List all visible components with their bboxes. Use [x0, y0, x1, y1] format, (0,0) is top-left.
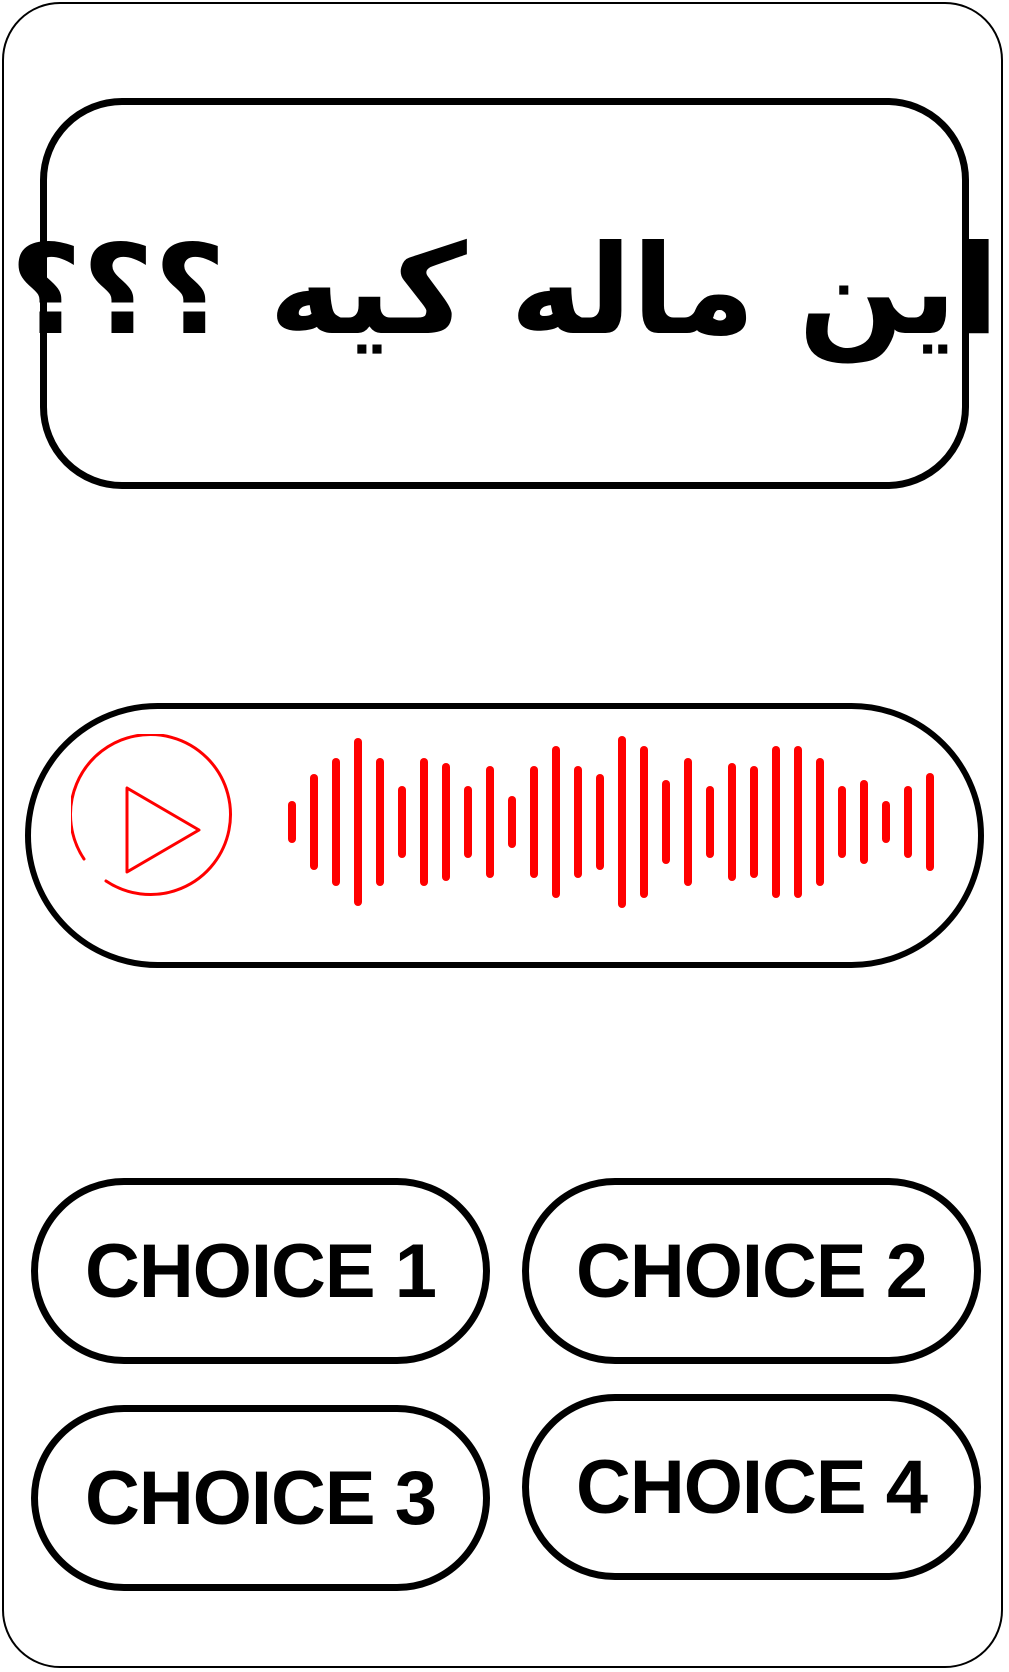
choice-2-button[interactable]: CHOICE 2	[522, 1178, 981, 1364]
choice-3-button[interactable]: CHOICE 3	[31, 1405, 490, 1591]
audio-player[interactable]	[25, 703, 984, 968]
audio-waveform-icon	[288, 736, 934, 908]
choice-4-button[interactable]: CHOICE 4	[522, 1394, 981, 1580]
choice-3-label: CHOICE 3	[85, 1455, 437, 1541]
question-text: این ماله کیه ؟؟؟	[10, 218, 999, 363]
choice-2-label: CHOICE 2	[576, 1228, 928, 1314]
question-card: این ماله کیه ؟؟؟	[10, 98, 999, 489]
choice-4-label: CHOICE 4	[576, 1444, 928, 1530]
play-icon[interactable]	[71, 734, 243, 906]
choice-1-button[interactable]: CHOICE 1	[31, 1178, 490, 1364]
choice-1-label: CHOICE 1	[85, 1228, 437, 1314]
